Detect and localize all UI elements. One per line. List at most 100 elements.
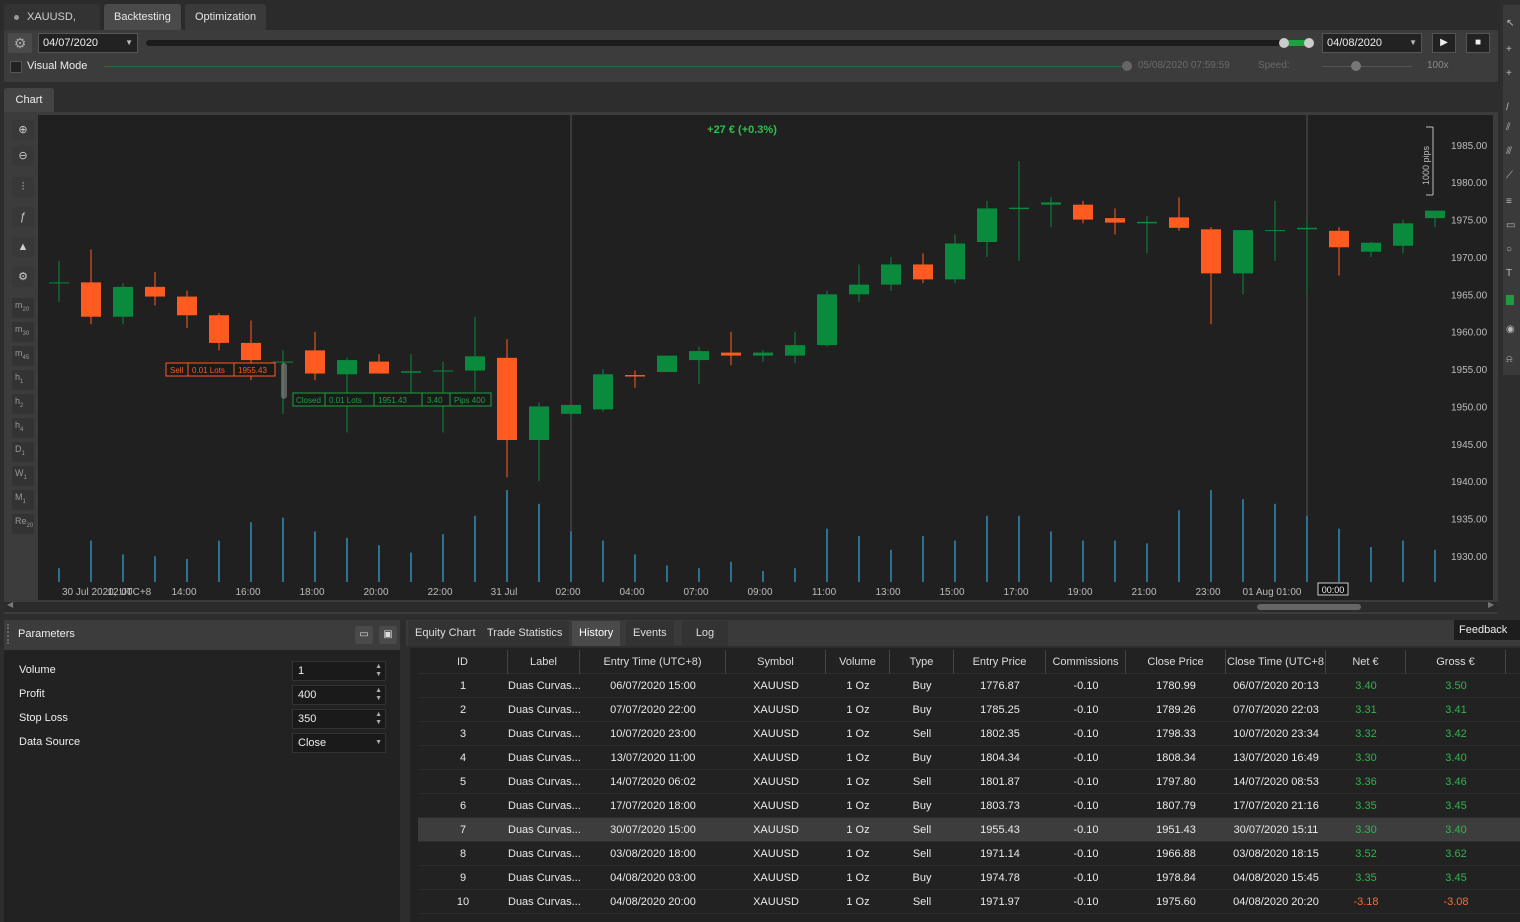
x-tick-label: 23:00 — [1195, 587, 1220, 598]
drawing-icon[interactable]: ▲ — [12, 237, 34, 257]
trendline-icon[interactable]: / — [1506, 101, 1520, 115]
spinner-icon[interactable]: ▲ ▼ — [375, 711, 382, 727]
chart-plot-area[interactable]: +27 € (+0.3%) Sell 0.01 Lots 1955.43 Closed 0… — [38, 115, 1448, 582]
column-header[interactable]: ID — [418, 650, 508, 674]
timeframe-button[interactable]: m30 — [12, 322, 34, 342]
price-axis[interactable]: 1985.00 1980.00 1975.00 1970.00 1965.00 1960.… — [1448, 115, 1493, 582]
date-range-slider[interactable] — [146, 38, 1314, 48]
timeframe-button[interactable]: h2 — [12, 394, 34, 414]
start-date-picker[interactable]: 04/07/2020 ▼ — [38, 33, 138, 53]
table-row[interactable]: 6 Duas Curvas... 17/07/2020 18:00 XAUUSD 1 O… — [418, 794, 1520, 818]
tab-optimization[interactable]: Optimization — [185, 4, 267, 30]
column-header[interactable]: Commissions — [1046, 650, 1126, 674]
speed-handle[interactable] — [1351, 61, 1361, 71]
column-header[interactable]: Volume — [826, 650, 890, 674]
scroll-thumb[interactable] — [1257, 604, 1361, 610]
range-end-handle[interactable] — [1304, 38, 1314, 48]
spinner-icon[interactable]: ▲ ▼ — [375, 687, 382, 703]
column-header[interactable]: Type — [890, 650, 954, 674]
column-header[interactable]: Label — [508, 650, 580, 674]
rectangle-icon[interactable]: ▭ — [1506, 219, 1520, 233]
column-header[interactable]: Net € — [1326, 650, 1406, 674]
ray-icon[interactable]: ⟋ — [1506, 169, 1520, 183]
indicators-icon[interactable]: ƒ — [12, 207, 34, 227]
pitchfork-icon[interactable]: ⫻ — [1506, 145, 1520, 159]
timeframe-button[interactable]: m20 — [12, 298, 34, 318]
column-header[interactable]: Close Time (UTC+8 — [1226, 650, 1326, 674]
chart-scrollbar[interactable]: ◀ ▶ — [4, 600, 1498, 612]
column-header[interactable]: Symbol — [726, 650, 826, 674]
timeframe-button[interactable]: D1 — [12, 442, 34, 462]
table-row[interactable]: 7 Duas Curvas... 30/07/2020 15:00 XAUUSD 1 O… — [418, 818, 1520, 842]
play-button[interactable]: ▶ — [1432, 33, 1456, 53]
timeframe-button[interactable]: Re20 — [12, 514, 34, 534]
chart-settings-icon[interactable]: ⚙ — [12, 267, 34, 287]
table-row[interactable]: 2 Duas Curvas... 07/07/2020 22:00 XAUUSD 1 O… — [418, 698, 1520, 722]
end-date-picker[interactable]: 04/08/2020 ▼ — [1322, 33, 1422, 53]
speed-slider[interactable] — [1322, 66, 1412, 67]
data-source-select[interactable]: Close ▼ — [292, 733, 386, 753]
color-swatch-icon[interactable] — [1506, 295, 1514, 305]
table-row[interactable]: 3 Duas Curvas... 10/07/2020 23:00 XAUUSD 1 O… — [418, 722, 1520, 746]
candle-body — [1169, 217, 1189, 228]
stop-loss-input[interactable]: 350 ▲ ▼ — [292, 709, 386, 729]
table-row[interactable]: 9 Duas Curvas... 04/08/2020 03:00 XAUUSD 1 O… — [418, 866, 1520, 890]
tab-chart[interactable]: Chart — [4, 88, 54, 112]
volume-input[interactable]: 1 ▲ ▼ — [292, 661, 386, 681]
scroll-right-icon[interactable]: ▶ — [1488, 600, 1494, 609]
time-axis[interactable]: 30 Jul 2020, UTC+8 12:00 14:00 16:00 18:00 20… — [38, 582, 1493, 600]
timeframe-button[interactable]: W1 — [12, 466, 34, 486]
stop-button[interactable]: ■ — [1466, 33, 1490, 53]
crosshair-alt-icon[interactable]: + — [1506, 67, 1520, 81]
tab-log[interactable]: Log — [682, 621, 728, 646]
fibonacci-icon[interactable]: ≡ — [1506, 195, 1520, 209]
column-header[interactable]: Entry Price — [954, 650, 1046, 674]
timeframe-button[interactable]: M1 — [12, 490, 34, 510]
range-start-handle[interactable] — [1279, 38, 1289, 48]
candle-body — [337, 360, 357, 375]
table-cell: -0.10 — [1073, 872, 1099, 884]
table-row[interactable]: 1 Duas Curvas... 06/07/2020 15:00 XAUUSD 1 O… — [418, 674, 1520, 698]
chart-type-icon[interactable]: ⫶ — [12, 177, 34, 197]
table-header: ID Label Entry Time (UTC+8) Symbol Volume Typ… — [418, 650, 1520, 674]
feedback-button[interactable]: Feedback — [1454, 620, 1520, 640]
tab-events[interactable]: Events — [626, 621, 674, 646]
bell-icon[interactable]: ⍾ — [1506, 353, 1520, 367]
ellipse-icon[interactable]: ○ — [1506, 243, 1520, 257]
crosshair-icon[interactable]: + — [1506, 43, 1520, 57]
cursor-icon[interactable]: ↖ — [1506, 17, 1520, 31]
drag-handle-icon[interactable] — [7, 624, 10, 644]
column-header[interactable]: Close Price — [1126, 650, 1226, 674]
progress-handle[interactable] — [1122, 61, 1132, 71]
table-cell: Duas Curvas... — [508, 896, 580, 908]
table-row[interactable]: 5 Duas Curvas... 14/07/2020 06:02 XAUUSD 1 O… — [418, 770, 1520, 794]
column-header[interactable]: Entry Time (UTC+8) — [580, 650, 726, 674]
tab-backtesting[interactable]: Backtesting — [104, 4, 181, 30]
table-row[interactable]: 10 Duas Curvas... 04/08/2020 20:00 XAUUSD 1 … — [418, 890, 1520, 914]
save-icon[interactable]: ▣ — [379, 626, 397, 644]
scroll-left-icon[interactable]: ◀ — [7, 600, 13, 609]
tab-symbol[interactable]: XAUUSD, h1 — [4, 4, 100, 49]
timeframe-button[interactable]: h4 — [12, 418, 34, 438]
timeframe-button[interactable]: m45 — [12, 346, 34, 366]
eye-icon[interactable]: ◉ — [1506, 323, 1520, 337]
profit-input[interactable]: 400 ▲ ▼ — [292, 685, 386, 705]
y-tick-label: 1940.00 — [1451, 477, 1488, 488]
tab-trade-statistics[interactable]: Trade Statistics — [480, 621, 570, 646]
column-header[interactable]: Gross € — [1406, 650, 1506, 674]
text-icon[interactable]: T — [1506, 267, 1520, 281]
zoom-out-icon[interactable]: ⊖ — [12, 146, 34, 166]
spinner-icon[interactable]: ▲ ▼ — [375, 663, 382, 679]
candle-body — [657, 355, 677, 373]
visual-mode-checkbox[interactable] — [10, 61, 22, 73]
zoom-in-icon[interactable]: ⊕ — [12, 120, 34, 140]
open-folder-icon[interactable]: ▭ — [355, 626, 373, 644]
settings-gear-icon[interactable]: ⚙ — [8, 33, 32, 53]
table-row[interactable]: 4 Duas Curvas... 13/07/2020 11:00 XAUUSD 1 O… — [418, 746, 1520, 770]
tab-history[interactable]: History — [572, 621, 621, 646]
timeframe-button[interactable]: h1 — [12, 370, 34, 390]
timeframe-count: 1 — [20, 378, 24, 385]
table-row[interactable]: 8 Duas Curvas... 03/08/2020 18:00 XAUUSD 1 O… — [418, 842, 1520, 866]
channel-icon[interactable]: ⫽ — [1506, 121, 1520, 135]
tab-equity-chart[interactable]: Equity Chart — [408, 621, 483, 646]
